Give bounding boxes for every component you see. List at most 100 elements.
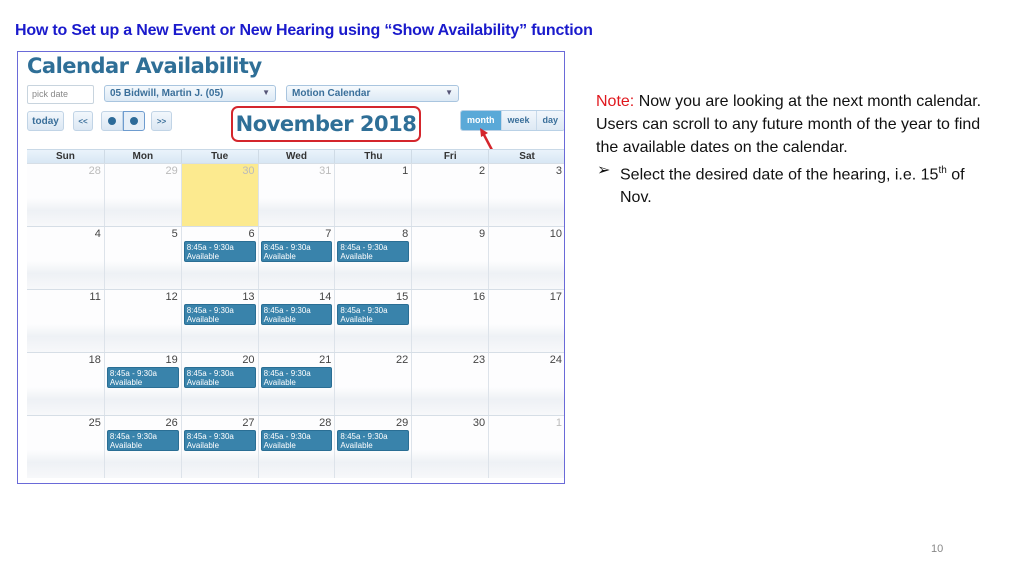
availability-event[interactable]: 8:45a - 9:30a Available — [260, 367, 333, 388]
day-cell[interactable]: 8 8:45a - 9:30a Available — [334, 227, 412, 289]
availability-event[interactable]: 8:45a - 9:30a Available — [337, 241, 410, 262]
event-time: 8:45a - 9:30a — [340, 306, 388, 315]
event-time: 8:45a - 9:30a — [109, 369, 157, 378]
day-cell[interactable]: 19 8:45a - 9:30a Available — [103, 353, 181, 415]
note-text-block: Note: Now you are looking at the next mo… — [596, 90, 996, 209]
week-row: 28 29 30 31 1 2 3 — [27, 163, 564, 226]
day-cell[interactable]: 16 — [411, 290, 489, 352]
page-number: 10 — [931, 543, 944, 555]
day-number: 12 — [165, 291, 178, 303]
day-cell[interactable]: 2 — [411, 164, 489, 226]
event-time: 8:45a - 9:30a — [186, 306, 234, 315]
day-cell[interactable]: 29 8:45a - 9:30a Available — [334, 416, 412, 478]
availability-event[interactable]: 8:45a - 9:30a Available — [106, 367, 179, 388]
calendar-select[interactable]: Motion Calendar ▼ — [286, 85, 459, 102]
judge-select-value: 05 Bidwill, Martin J. (05) — [110, 88, 224, 99]
prev-year-button[interactable]: << — [73, 111, 93, 131]
day-cell[interactable]: 6 8:45a - 9:30a Available — [180, 227, 258, 289]
next-month-button[interactable] — [123, 111, 145, 131]
day-number: 30 — [242, 165, 255, 177]
day-number: 24 — [549, 354, 562, 366]
today-button[interactable]: today — [27, 111, 64, 131]
event-status: Available — [186, 378, 220, 387]
day-cell[interactable]: 28 — [27, 164, 104, 226]
calendar-availability-window: Calendar Availability pick date 05 Bidwi… — [17, 51, 565, 484]
day-cell[interactable]: 11 — [27, 290, 104, 352]
availability-event[interactable]: 8:45a - 9:30a Available — [260, 304, 333, 325]
day-cell[interactable]: 5 — [103, 227, 181, 289]
day-cell[interactable]: 15 8:45a - 9:30a Available — [334, 290, 412, 352]
availability-event[interactable]: 8:45a - 9:30a Available — [106, 430, 179, 451]
event-time: 8:45a - 9:30a — [263, 369, 311, 378]
day-number: 14 — [319, 291, 332, 303]
day-cell[interactable]: 7 8:45a - 9:30a Available — [257, 227, 335, 289]
day-cell[interactable]: 25 — [27, 416, 104, 478]
day-cell[interactable]: 14 8:45a - 9:30a Available — [257, 290, 335, 352]
day-cell[interactable]: 27 8:45a - 9:30a Available — [180, 416, 258, 478]
day-number: 18 — [88, 354, 101, 366]
day-cell[interactable]: 30 — [411, 416, 489, 478]
day-cell[interactable]: 18 — [27, 353, 104, 415]
event-status: Available — [263, 441, 296, 450]
availability-event[interactable]: 8:45a - 9:30a Available — [183, 430, 256, 451]
day-number: 21 — [319, 354, 332, 366]
availability-event[interactable]: 8:45a - 9:30a Available — [183, 304, 256, 325]
day-number: 8 — [402, 228, 409, 240]
day-cell[interactable]: 26 8:45a - 9:30a Available — [103, 416, 181, 478]
arrow-bullet-icon: ➢ — [597, 162, 611, 179]
next-year-button[interactable]: >> — [151, 111, 172, 131]
day-cell[interactable]: 30 — [180, 164, 258, 226]
day-cell[interactable]: 21 8:45a - 9:30a Available — [257, 353, 335, 415]
app-title: Calendar Availability — [27, 54, 262, 78]
day-number: 20 — [242, 354, 255, 366]
day-number: 30 — [472, 417, 486, 429]
day-cell[interactable]: 3 — [488, 164, 564, 226]
day-cell[interactable]: 13 8:45a - 9:30a Available — [180, 290, 258, 352]
day-cell[interactable]: 17 — [488, 290, 564, 352]
availability-event[interactable]: 8:45a - 9:30a Available — [260, 241, 333, 262]
weekday-header: Sun Mon Tue Wed Thu Fri Sat — [27, 149, 564, 163]
day-number: 3 — [555, 165, 562, 177]
day-cell[interactable]: 23 — [411, 353, 489, 415]
event-time: 8:45a - 9:30a — [340, 243, 388, 252]
weeks: 28 29 30 31 1 2 3 4 5 6 8:45a - 9:30a Available 7 8:4… — [27, 163, 564, 478]
day-number: 11 — [89, 291, 101, 303]
availability-event[interactable]: 8:45a - 9:30a Available — [183, 241, 256, 262]
event-time: 8:45a - 9:30a — [186, 432, 234, 441]
day-cell[interactable]: 10 — [488, 227, 564, 289]
day-cell[interactable]: 9 — [411, 227, 489, 289]
weekday-tue: Tue — [180, 150, 258, 163]
day-cell[interactable]: 24 — [488, 353, 564, 415]
bullet-text: Select the desired date of the hearing, … — [620, 166, 939, 184]
day-cell[interactable]: 28 8:45a - 9:30a Available — [257, 416, 335, 478]
day-number: 9 — [479, 228, 486, 240]
note-bullet: ➢ Select the desired date of the hearing,… — [596, 159, 996, 209]
month-title: November 2018 — [231, 106, 421, 142]
day-cell[interactable]: 1 — [334, 164, 412, 226]
day-cell[interactable]: 12 — [103, 290, 181, 352]
day-cell[interactable]: 29 — [103, 164, 181, 226]
judge-select[interactable]: 05 Bidwill, Martin J. (05) ▼ — [104, 85, 276, 102]
day-cell[interactable]: 1 — [488, 416, 564, 478]
day-cell[interactable]: 31 — [257, 164, 335, 226]
day-cell[interactable]: 22 — [334, 353, 412, 415]
pick-date-input[interactable]: pick date — [27, 85, 94, 104]
availability-event[interactable]: 8:45a - 9:30a Available — [337, 430, 410, 451]
weekday-wed: Wed — [257, 150, 335, 163]
view-week-button[interactable]: week — [500, 111, 536, 130]
event-time: 8:45a - 9:30a — [340, 432, 388, 441]
day-number: 28 — [319, 417, 332, 429]
day-cell[interactable]: 20 8:45a - 9:30a Available — [180, 353, 258, 415]
prev-month-button[interactable] — [101, 111, 123, 131]
view-day-button[interactable]: day — [535, 111, 564, 130]
day-cell[interactable]: 4 — [27, 227, 104, 289]
availability-event[interactable]: 8:45a - 9:30a Available — [337, 304, 410, 325]
availability-event[interactable]: 8:45a - 9:30a Available — [183, 367, 256, 388]
day-number: 7 — [325, 228, 332, 240]
weekday-sun: Sun — [55, 151, 75, 162]
day-number: 22 — [396, 354, 409, 366]
availability-event[interactable]: 8:45a - 9:30a Available — [260, 430, 333, 451]
event-status: Available — [186, 252, 220, 261]
day-number: 16 — [472, 291, 486, 303]
event-status: Available — [340, 315, 373, 324]
